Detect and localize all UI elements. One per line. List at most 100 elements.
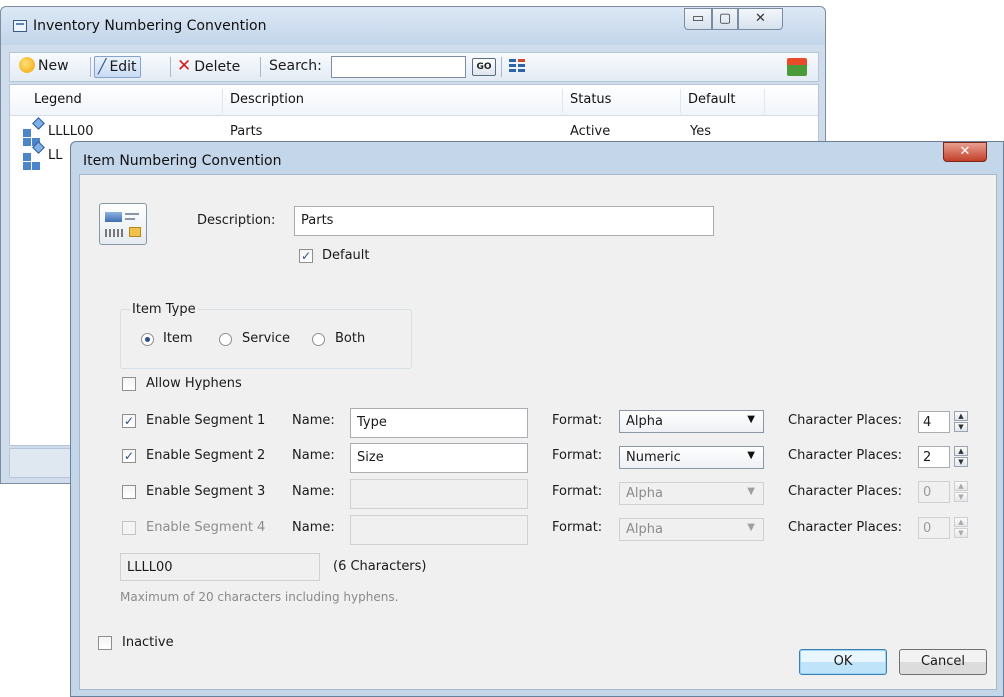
column-header-legend[interactable]: Legend xyxy=(34,92,82,107)
both-radio-label: Both xyxy=(335,331,366,346)
delete-label: Delete xyxy=(194,59,241,75)
chevron-down-icon: ▼ xyxy=(747,450,755,461)
close-button[interactable]: ✕ xyxy=(738,8,783,30)
segment-2-places-spinner[interactable]: 2 ▲ ▼ xyxy=(918,446,972,468)
segment-3-places-spinner[interactable]: 0 ▲ ▼ xyxy=(918,481,972,503)
segment-4-places-label: Character Places: xyxy=(788,520,903,535)
allow-hyphens-label: Allow Hyphens xyxy=(146,376,242,391)
segment-1-name-label: Name: xyxy=(292,413,335,428)
column-divider xyxy=(562,89,563,113)
row-description: Parts xyxy=(230,124,263,139)
column-divider xyxy=(222,89,223,113)
spin-down-icon[interactable]: ▼ xyxy=(954,492,968,502)
service-radio[interactable] xyxy=(219,333,232,346)
spin-down-icon[interactable]: ▼ xyxy=(954,457,968,467)
dialog-close-button[interactable]: ✕ xyxy=(943,142,987,162)
default-label: Default xyxy=(322,248,370,263)
segment-3-format-value: Alpha xyxy=(626,486,663,501)
default-checkbox[interactable]: ✓ xyxy=(299,249,313,263)
segment-1-places-label: Character Places: xyxy=(788,413,903,428)
toolbar-separator xyxy=(170,57,171,77)
segment-2-format-select[interactable]: Numeric ▼ xyxy=(619,446,764,469)
dialog-title: Item Numbering Convention xyxy=(83,153,282,169)
inactive-checkbox[interactable] xyxy=(98,636,112,650)
row-legend: LL xyxy=(48,148,63,163)
allow-hyphens-checkbox[interactable] xyxy=(122,377,136,391)
new-icon xyxy=(19,57,35,73)
segment-4-format-label: Format: xyxy=(552,520,603,535)
cancel-button[interactable]: Cancel xyxy=(899,649,987,675)
description-field[interactable]: Parts xyxy=(294,206,714,236)
go-button[interactable]: GO xyxy=(472,58,496,76)
segment-1-places-spinner[interactable]: 4 ▲ ▼ xyxy=(918,411,972,433)
column-chooser-icon[interactable] xyxy=(509,59,527,75)
legend-icon xyxy=(23,141,45,170)
segment-1-format-select[interactable]: Alpha ▼ xyxy=(619,410,764,433)
spin-down-icon[interactable]: ▼ xyxy=(954,528,968,538)
spin-up-icon[interactable]: ▲ xyxy=(954,411,968,421)
enable-segment-4-label: Enable Segment 4 xyxy=(146,520,266,535)
max-characters-note: Maximum of 20 characters including hyphe… xyxy=(120,590,399,604)
delete-x-icon: ✕ xyxy=(177,56,192,76)
segment-1-format-label: Format: xyxy=(552,413,603,428)
segment-3-name-field[interactable] xyxy=(350,479,528,509)
segment-2-places-label: Character Places: xyxy=(788,448,903,463)
minimize-button[interactable]: ▭ xyxy=(684,8,712,30)
enable-segment-1-label: Enable Segment 1 xyxy=(146,413,266,428)
ok-button[interactable]: OK xyxy=(799,649,887,675)
segment-3-places-value[interactable]: 0 xyxy=(918,481,950,503)
segment-2-name-label: Name: xyxy=(292,448,335,463)
spin-up-icon[interactable]: ▲ xyxy=(954,517,968,527)
window-titlebar[interactable]: Inventory Numbering Convention ▭ ▢ ✕ xyxy=(1,7,825,45)
description-label: Description: xyxy=(197,213,276,228)
delete-button[interactable]: ✕ Delete xyxy=(174,56,243,78)
spin-up-icon[interactable]: ▲ xyxy=(954,446,968,456)
enable-segment-4-checkbox[interactable] xyxy=(122,521,136,535)
segment-4-places-spinner[interactable]: 0 ▲ ▼ xyxy=(918,517,972,539)
segment-4-format-select[interactable]: Alpha ▼ xyxy=(619,518,764,541)
maximize-button[interactable]: ▢ xyxy=(712,8,738,30)
segment-2-places-value[interactable]: 2 xyxy=(918,446,950,468)
item-type-legend: Item Type xyxy=(130,302,198,317)
column-header-status[interactable]: Status xyxy=(570,92,611,107)
spin-down-icon[interactable]: ▼ xyxy=(954,422,968,432)
segment-1-places-value[interactable]: 4 xyxy=(918,411,950,433)
item-radio[interactable] xyxy=(141,333,154,346)
chevron-down-icon: ▼ xyxy=(747,414,755,425)
segment-1-name-field[interactable]: Type xyxy=(350,408,528,438)
segment-2-format-value: Numeric xyxy=(626,450,681,465)
enable-segment-3-checkbox[interactable] xyxy=(122,485,136,499)
window-app-icon xyxy=(13,20,27,32)
item-type-group: Item Type Item Service Both xyxy=(120,302,412,369)
column-header-description[interactable]: Description xyxy=(230,92,304,107)
segment-4-name-field[interactable] xyxy=(350,515,528,545)
both-radio[interactable] xyxy=(312,333,325,346)
table-row[interactable]: LLLL00 Parts Active Yes xyxy=(10,117,818,146)
new-button[interactable]: New xyxy=(16,56,72,78)
item-numbering-dialog: Item Numbering Convention ✕ Description:… xyxy=(70,141,1004,697)
spin-up-icon[interactable]: ▲ xyxy=(954,481,968,491)
segment-3-format-select[interactable]: Alpha ▼ xyxy=(619,482,764,505)
edit-button[interactable]: ╱ Edit xyxy=(94,56,141,78)
segment-3-places-label: Character Places: xyxy=(788,484,903,499)
segment-4-format-value: Alpha xyxy=(626,522,663,537)
service-radio-label: Service xyxy=(242,331,291,346)
segment-3-format-label: Format: xyxy=(552,484,603,499)
preview-mask-field: LLLL00 xyxy=(120,553,320,581)
search-label: Search: xyxy=(269,58,322,74)
pencil-icon: ╱ xyxy=(98,59,107,75)
row-default: Yes xyxy=(690,124,711,139)
dialog-body: Description: Parts ✓ Default Item Type I… xyxy=(79,174,997,690)
enable-segment-2-checkbox[interactable]: ✓ xyxy=(122,449,136,463)
column-header-default[interactable]: Default xyxy=(688,92,736,107)
numbering-form-icon xyxy=(99,203,147,245)
segment-4-places-value[interactable]: 0 xyxy=(918,517,950,539)
store-icon[interactable] xyxy=(787,58,807,76)
enable-segment-1-checkbox[interactable]: ✓ xyxy=(122,414,136,428)
legend-icon xyxy=(23,117,45,146)
toolbar-separator xyxy=(90,57,91,77)
search-input[interactable] xyxy=(331,56,466,78)
segment-2-name-field[interactable]: Size xyxy=(350,443,528,473)
item-radio-label: Item xyxy=(163,331,193,346)
row-status: Active xyxy=(570,124,611,139)
